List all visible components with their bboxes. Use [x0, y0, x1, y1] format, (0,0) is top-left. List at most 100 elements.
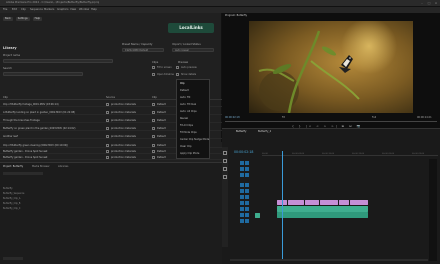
track-header-v1[interactable]: [240, 173, 250, 177]
back-button[interactable]: Back: [3, 17, 13, 21]
row-clip-checkbox[interactable]: [152, 126, 155, 130]
option-checkbox-2[interactable]: [176, 66, 179, 69]
program-tab[interactable]: Program: Butterfly: [225, 14, 247, 17]
program-duration: 00:00:14:21: [417, 116, 432, 119]
dropdown-item[interactable]: Auto: Fill: [180, 96, 190, 99]
ruler-tick: 00:00:25:00: [412, 153, 425, 155]
track-header-a6[interactable]: [240, 213, 250, 217]
row-clip: Default: [157, 143, 166, 147]
timeline-scrollbar[interactable]: [230, 259, 428, 261]
track-header-v3[interactable]: [240, 161, 250, 165]
row-checkbox[interactable]: [106, 155, 109, 159]
track-header-v2[interactable]: [240, 167, 250, 171]
list-item[interactable]: Butterfly_Clip_A: [3, 197, 20, 200]
row-checkbox[interactable]: [106, 134, 109, 138]
dropdown-item[interactable]: Center Clip Nudge Mode: [180, 138, 209, 141]
row-clip-checkbox[interactable]: [152, 143, 155, 147]
menu-clip[interactable]: Clip: [21, 8, 26, 11]
menu-edit[interactable]: Edit: [12, 8, 17, 11]
field-a-label: Preset Name / Capacity: [122, 43, 153, 46]
settings-button[interactable]: Settings: [15, 17, 30, 21]
sequence-tab-1[interactable]: Butterfly: [236, 130, 246, 133]
selection-tool-icon[interactable]: [223, 151, 227, 155]
dropdown-item[interactable]: Clear Clip: [180, 145, 192, 148]
tab-project[interactable]: Project: Butterfly: [3, 165, 23, 168]
track-header-a5[interactable]: [240, 207, 250, 211]
row-checkbox[interactable]: [106, 126, 109, 130]
project-field[interactable]: [3, 59, 113, 63]
option-checkbox-3[interactable]: [152, 73, 155, 76]
timeline-ruler[interactable]: 00:00 00:00:05:00 00:00:10:00 00:00:15:0…: [262, 153, 438, 156]
audio-clip[interactable]: [277, 212, 368, 218]
row-clip-checkbox[interactable]: [152, 110, 155, 114]
column-source: Source: [106, 96, 115, 99]
track-header-a1[interactable]: [240, 183, 250, 187]
plugin-logo: LocalLinks: [168, 23, 214, 33]
program-quality[interactable]: Full: [372, 116, 376, 119]
clips-label: Clips: [152, 61, 159, 64]
hand-tool-icon[interactable]: [223, 175, 227, 179]
dropdown-item[interactable]: Apply Clip Mode: [180, 152, 199, 155]
video-clip[interactable]: [320, 200, 338, 205]
tab-libraries[interactable]: Libraries: [58, 165, 68, 168]
row-clip-checkbox[interactable]: [152, 149, 155, 153]
track-header-a3[interactable]: [240, 195, 250, 199]
row-checkbox[interactable]: [106, 118, 109, 122]
dropdown-item[interactable]: Fit Mode Clips: [180, 131, 197, 134]
search-input[interactable]: [3, 72, 83, 76]
menu-window[interactable]: Window: [79, 8, 89, 11]
razor-tool-icon[interactable]: [223, 159, 227, 163]
track-header-a2[interactable]: [240, 189, 250, 193]
menu-graphics[interactable]: Graphics: [57, 8, 68, 11]
list-item[interactable]: Butterfly_Clip_C: [3, 207, 20, 210]
sequence-tab-2[interactable]: Butterfly_2: [258, 130, 271, 133]
menu-help[interactable]: Help: [91, 8, 97, 11]
playhead[interactable]: [282, 151, 283, 261]
dropdown-item[interactable]: Reveal: [180, 117, 188, 120]
tab-media-browser[interactable]: Media Browser: [32, 165, 50, 168]
row-checkbox[interactable]: [106, 102, 109, 106]
tools-panel: [222, 147, 228, 247]
row-source: production materials: [111, 126, 136, 130]
list-item[interactable]: Butterfly_Clip_B: [3, 202, 20, 205]
video-clip[interactable]: [305, 200, 319, 205]
program-fit[interactable]: Fit: [282, 116, 285, 119]
row-checkbox[interactable]: [106, 149, 109, 153]
program-scrubber[interactable]: [225, 121, 437, 122]
row-checkbox[interactable]: [106, 143, 109, 147]
row-clip-checkbox[interactable]: [152, 134, 155, 138]
menu-file[interactable]: File: [3, 8, 7, 11]
minimize-icon[interactable]: –: [420, 1, 424, 5]
video-clip[interactable]: [350, 200, 368, 205]
track-header-a4[interactable]: [240, 201, 250, 205]
help-button[interactable]: Help: [32, 17, 43, 21]
audio-clip[interactable]: [255, 213, 260, 218]
preset-field[interactable]: 1920x1080 Default: [122, 48, 164, 52]
track-header-a7[interactable]: [240, 219, 250, 223]
row-clip-checkbox[interactable]: [152, 102, 155, 106]
list-item[interactable]: Butterfly: [3, 187, 13, 190]
status-field[interactable]: Auto reveal: [172, 48, 214, 52]
video-clip[interactable]: [288, 200, 304, 205]
close-icon[interactable]: ×: [434, 1, 438, 5]
row-clip-checkbox[interactable]: [152, 118, 155, 122]
row-checkbox[interactable]: [106, 110, 109, 114]
dropdown-item[interactable]: Auto: Fit Dual: [180, 103, 196, 106]
row-name: Butterfly on green plant in the garden_0…: [3, 126, 76, 130]
menu-markers[interactable]: Markers: [44, 8, 54, 11]
list-item[interactable]: Butterfly_Sequence: [3, 192, 24, 195]
option-checkbox-1[interactable]: [152, 66, 155, 69]
dropdown-item[interactable]: Default: [180, 89, 189, 92]
option-checkbox-4[interactable]: [176, 73, 179, 76]
maximize-icon[interactable]: □: [427, 1, 431, 5]
pen-tool-icon[interactable]: [223, 167, 227, 171]
row-name: Clip of Butterfly footage_0001.MOV (03:0…: [3, 102, 59, 106]
dropdown-item[interactable]: Auto: All Clips: [180, 110, 197, 113]
window-title: Adobe Premiere Pro 2024 - C:\Users\...\P…: [6, 1, 100, 4]
menu-view[interactable]: View: [70, 8, 76, 11]
video-clip[interactable]: [339, 200, 349, 205]
project-search-input[interactable]: [3, 172, 43, 175]
row-clip-checkbox[interactable]: [152, 155, 155, 159]
dropdown-item[interactable]: Fit All Clips: [180, 124, 193, 127]
menu-sequence[interactable]: Sequence: [30, 8, 43, 11]
